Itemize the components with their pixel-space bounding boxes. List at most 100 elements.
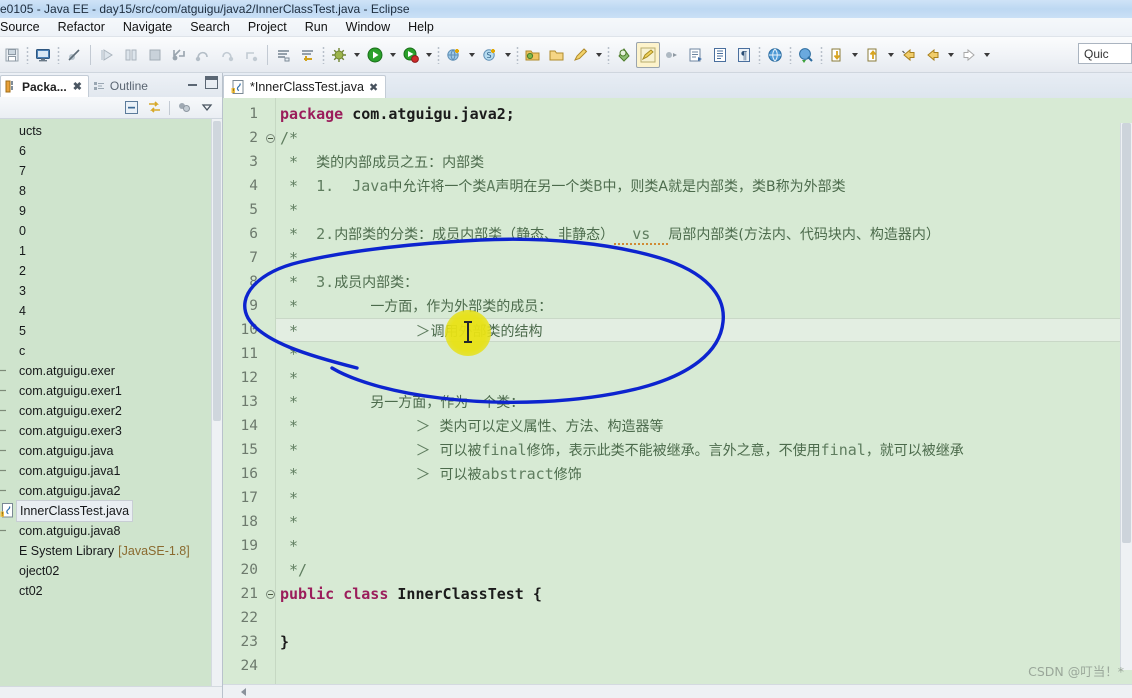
- tree-item[interactable]: com.atguigu.exer2: [0, 401, 222, 421]
- tree-item[interactable]: ct02: [0, 581, 222, 601]
- debug-button[interactable]: [327, 42, 351, 68]
- search-button[interactable]: [612, 42, 636, 68]
- previous-member-button[interactable]: [861, 42, 885, 68]
- forward-button[interactable]: [957, 42, 981, 68]
- code-line[interactable]: *: [276, 198, 1132, 222]
- new-java-package-button[interactable]: [442, 42, 466, 68]
- toolbar-drag-dots-3[interactable]: [322, 45, 325, 64]
- code-line[interactable]: *: [276, 342, 1132, 366]
- fold-toggle-icon[interactable]: [265, 582, 275, 606]
- open-task-list-button[interactable]: [708, 42, 732, 68]
- tree-item[interactable]: com.atguigu.java: [0, 441, 222, 461]
- step-over-button[interactable]: [191, 42, 215, 68]
- toolbar-drag-dots-8[interactable]: [789, 45, 792, 64]
- new-java-class-button[interactable]: S: [478, 42, 502, 68]
- code-line[interactable]: [276, 606, 1132, 630]
- code-line[interactable]: [276, 654, 1132, 678]
- tree-horizontal-scrollbar[interactable]: [0, 686, 222, 698]
- tree-item[interactable]: com.atguigu.exer3: [0, 421, 222, 441]
- tree-item[interactable]: com.atguigu.java8: [0, 521, 222, 541]
- tree-item[interactable]: com.atguigu.exer: [0, 361, 222, 381]
- tree-item[interactable]: 6: [0, 141, 222, 161]
- open-web-browser-button[interactable]: [763, 42, 787, 68]
- new-package-dropdown-arrow[interactable]: [466, 42, 478, 68]
- code-line[interactable]: * 1. Java中允许将一个类A声明在另一个类B中，则类A就是内部类，类B称为…: [276, 174, 1132, 198]
- toolbar-drag-dots-4[interactable]: [437, 45, 440, 64]
- code-line[interactable]: *: [276, 510, 1132, 534]
- resume-button[interactable]: [95, 42, 119, 68]
- open-type-button[interactable]: [684, 42, 708, 68]
- code-line[interactable]: }: [276, 630, 1132, 654]
- coverage-dropdown-arrow[interactable]: [423, 42, 435, 68]
- menu-item-window[interactable]: Window: [337, 18, 399, 36]
- tree-item[interactable]: ucts: [0, 121, 222, 141]
- editor-horizontal-scrollbar[interactable]: [223, 684, 1132, 698]
- forward-dropdown-arrow[interactable]: [981, 42, 993, 68]
- toolbar-drag-dots-2[interactable]: [57, 45, 60, 64]
- code-line[interactable]: * 一方面，作为外部类的成员：: [276, 294, 1132, 318]
- toggle-task-button[interactable]: [296, 42, 320, 68]
- menu-item-refactor[interactable]: Refactor: [49, 18, 114, 36]
- save-button[interactable]: [0, 42, 24, 68]
- pilcrow-button[interactable]: ¶: [732, 42, 756, 68]
- maximize-icon[interactable]: [205, 76, 218, 89]
- tree-item[interactable]: com.atguigu.exer1: [0, 381, 222, 401]
- menu-item-navigate[interactable]: Navigate: [114, 18, 181, 36]
- new-annotation-button[interactable]: [569, 42, 593, 68]
- code-line[interactable]: * ＞ 类内可以定义属性、方法、构造器等: [276, 414, 1132, 438]
- toolbar-drag-dots[interactable]: [26, 45, 29, 64]
- code-line[interactable]: *: [276, 486, 1132, 510]
- view-menu-icon[interactable]: [199, 99, 216, 116]
- tree-item[interactable]: 9: [0, 201, 222, 221]
- code-line[interactable]: * 类的内部成员之五：内部类: [276, 150, 1132, 174]
- tree-item[interactable]: 2: [0, 261, 222, 281]
- open-folder-button[interactable]: [521, 42, 545, 68]
- suspend-button[interactable]: [119, 42, 143, 68]
- back-dropdown-arrow[interactable]: [945, 42, 957, 68]
- minimize-icon[interactable]: [186, 76, 199, 89]
- toolbar-drag-dots-5[interactable]: [516, 45, 519, 64]
- quick-access-field[interactable]: Quic: [1078, 43, 1132, 64]
- tree-item[interactable]: 7: [0, 161, 222, 181]
- next-annotation-button[interactable]: [660, 42, 684, 68]
- new-folder-button[interactable]: [545, 42, 569, 68]
- close-icon[interactable]: ✖: [73, 80, 82, 93]
- menu-item-source[interactable]: Source: [0, 18, 49, 36]
- tree-item[interactable]: 0: [0, 221, 222, 241]
- tab-innerclasstest-java[interactable]: ! *InnerClassTest.java ✖: [223, 75, 387, 98]
- tree-item[interactable]: 1: [0, 241, 222, 261]
- skip-all-breakpoints-button[interactable]: [62, 42, 86, 68]
- new-annotation-dropdown-arrow[interactable]: [593, 42, 605, 68]
- code-line[interactable]: * ＞ 可以被final修饰，表示此类不能被继承。言外之意，不使用final，就…: [276, 438, 1132, 462]
- editor-vertical-scrollbar[interactable]: [1120, 123, 1132, 670]
- code-line[interactable]: package com.atguigu.java2;: [276, 102, 1132, 126]
- back-button[interactable]: [921, 42, 945, 68]
- step-into-button[interactable]: [167, 42, 191, 68]
- editor-scroll-thumb[interactable]: [1122, 123, 1131, 543]
- code-line[interactable]: * 2.内部类的分类：成员内部类（静态、非静态） vs 局部内部类(方法内、代码…: [276, 222, 1132, 246]
- code-line[interactable]: * ＞调用外部类的结构: [276, 318, 1132, 342]
- next-edit-dropdown-arrow[interactable]: [849, 42, 861, 68]
- tree-item[interactable]: 4: [0, 301, 222, 321]
- previous-member-dropdown-arrow[interactable]: [885, 42, 897, 68]
- tree-item[interactable]: E System Library [JavaSE-1.8]: [0, 541, 222, 561]
- tree-item-selected[interactable]: ! InnerClassTest.java: [0, 500, 222, 522]
- code-line[interactable]: *: [276, 366, 1132, 390]
- previous-edit-location-button[interactable]: [794, 42, 818, 68]
- new-class-dropdown-arrow[interactable]: [502, 42, 514, 68]
- terminate-button[interactable]: [143, 42, 167, 68]
- code-line[interactable]: public class InnerClassTest {: [276, 582, 1132, 606]
- tab-outline[interactable]: Outline: [89, 75, 154, 97]
- fold-toggle-icon[interactable]: [265, 126, 275, 150]
- run-coverage-button[interactable]: [399, 42, 423, 68]
- toggle-mark-occurrences-button[interactable]: [636, 41, 660, 68]
- close-icon[interactable]: ✖: [369, 81, 378, 94]
- scroll-left-icon[interactable]: [241, 688, 246, 696]
- toolbar-drag-dots-6[interactable]: [607, 45, 610, 64]
- tree-vertical-scrollbar[interactable]: [211, 119, 222, 686]
- menu-item-search[interactable]: Search: [181, 18, 239, 36]
- tree-item[interactable]: 5: [0, 321, 222, 341]
- console-button[interactable]: [31, 42, 55, 68]
- run-dropdown-arrow[interactable]: [387, 42, 399, 68]
- toolbar-drag-dots-7[interactable]: [758, 45, 761, 64]
